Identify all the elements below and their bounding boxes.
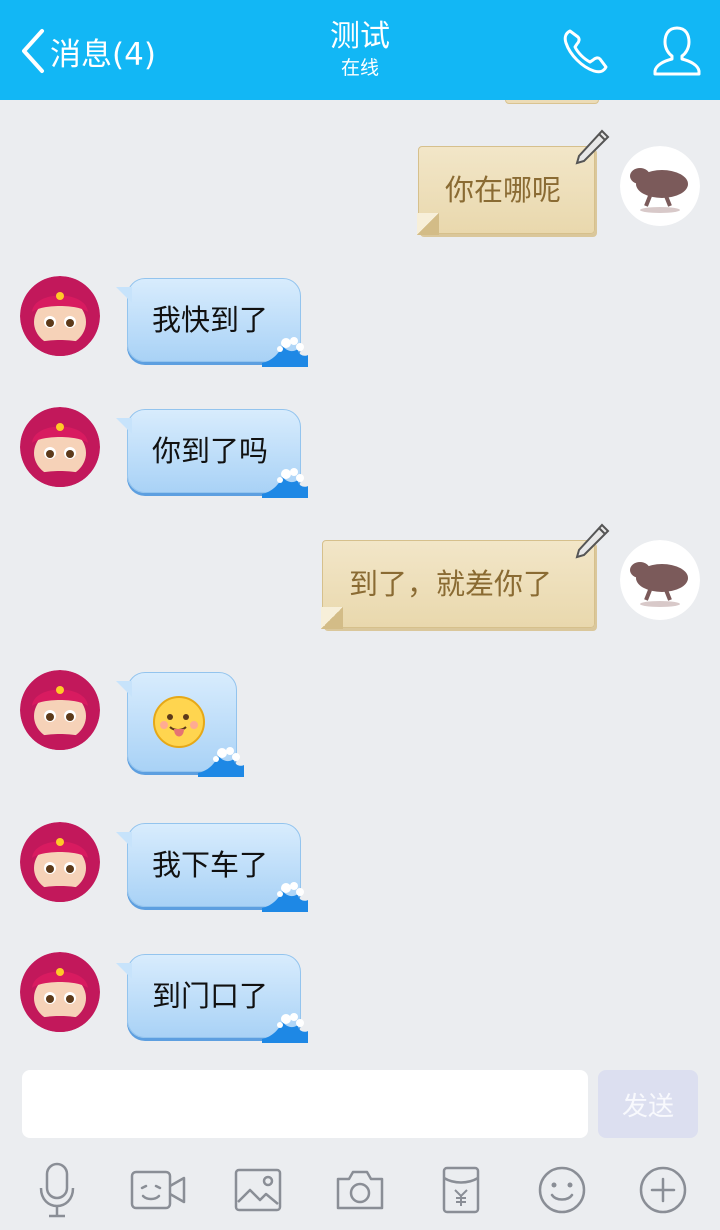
image-icon xyxy=(234,1168,282,1212)
camera-icon xyxy=(336,1170,384,1210)
wave-decoration-icon xyxy=(262,468,308,498)
wave-decoration-icon xyxy=(198,747,244,777)
video-call-button[interactable] xyxy=(128,1160,188,1220)
video-call-icon xyxy=(130,1170,186,1210)
message-text: 我下车了 xyxy=(152,848,269,882)
message-text: 我快到了 xyxy=(152,303,269,337)
contact-avatar[interactable] xyxy=(20,952,100,1032)
image-button[interactable] xyxy=(228,1160,288,1220)
incoming-message-bubble[interactable]: 你到了吗 xyxy=(116,409,308,498)
phone-icon[interactable] xyxy=(560,25,612,77)
pen-decoration-icon xyxy=(575,129,610,165)
incoming-message-bubble[interactable]: 我快到了 xyxy=(116,278,308,367)
my-avatar[interactable] xyxy=(620,146,700,226)
message-text: 到了，就差你了 xyxy=(349,567,553,601)
camera-button[interactable] xyxy=(330,1160,390,1220)
composer-toolbar xyxy=(0,1160,720,1222)
emoji-button[interactable] xyxy=(532,1160,592,1220)
back-label: 消息(4) xyxy=(50,36,156,73)
message-text: 到门口了 xyxy=(152,979,269,1013)
message-input[interactable] xyxy=(22,1070,588,1138)
chevron-left-icon xyxy=(22,29,44,73)
contact-avatar[interactable] xyxy=(20,670,100,750)
paper-curl-decoration xyxy=(417,213,439,235)
contact-avatar[interactable] xyxy=(20,407,100,487)
composer: 发送 xyxy=(0,1052,720,1230)
more-button[interactable] xyxy=(633,1160,693,1220)
incoming-message-bubble[interactable]: 到门口了 xyxy=(116,954,308,1043)
wave-decoration-icon xyxy=(262,337,308,367)
profile-icon[interactable] xyxy=(652,25,702,77)
emoji-icon xyxy=(538,1166,586,1214)
contact-name: 测试 xyxy=(330,19,390,54)
incoming-message-bubble[interactable]: 我下车了 xyxy=(116,823,308,912)
red-packet-icon xyxy=(442,1166,480,1214)
contact-title: 测试 在线 xyxy=(260,18,460,80)
outgoing-message-bubble[interactable]: 你在哪呢 xyxy=(417,129,610,235)
red-packet-button[interactable] xyxy=(431,1160,491,1220)
message-text: 你在哪呢 xyxy=(445,173,562,207)
contact-avatar[interactable] xyxy=(20,822,100,902)
my-avatar[interactable] xyxy=(620,540,700,620)
wave-decoration-icon xyxy=(262,1013,308,1043)
voice-button[interactable] xyxy=(27,1160,87,1220)
paper-curl-decoration xyxy=(321,607,343,629)
message-text: 你到了吗 xyxy=(152,434,269,468)
send-button[interactable]: 发送 xyxy=(598,1070,698,1138)
message-list[interactable]: 你在哪呢 我快到了 你到了吗 到了，就差你了 我下车了 到门口了 xyxy=(0,100,720,1052)
wave-decoration-icon xyxy=(262,882,308,912)
microphone-icon xyxy=(39,1162,75,1218)
back-button[interactable]: 消息(4) xyxy=(18,26,156,76)
contact-avatar[interactable] xyxy=(20,276,100,356)
incoming-emoji-bubble[interactable] xyxy=(116,672,244,777)
outgoing-message-bubble[interactable]: 到了，就差你了 xyxy=(321,523,610,629)
tongue-out-face-icon xyxy=(153,696,205,748)
contact-status: 在线 xyxy=(340,57,379,79)
chat-header: 消息(4) 测试 在线 xyxy=(0,0,720,100)
plus-icon xyxy=(639,1166,687,1214)
pen-decoration-icon xyxy=(575,523,610,559)
previous-message-bubble xyxy=(505,100,599,104)
